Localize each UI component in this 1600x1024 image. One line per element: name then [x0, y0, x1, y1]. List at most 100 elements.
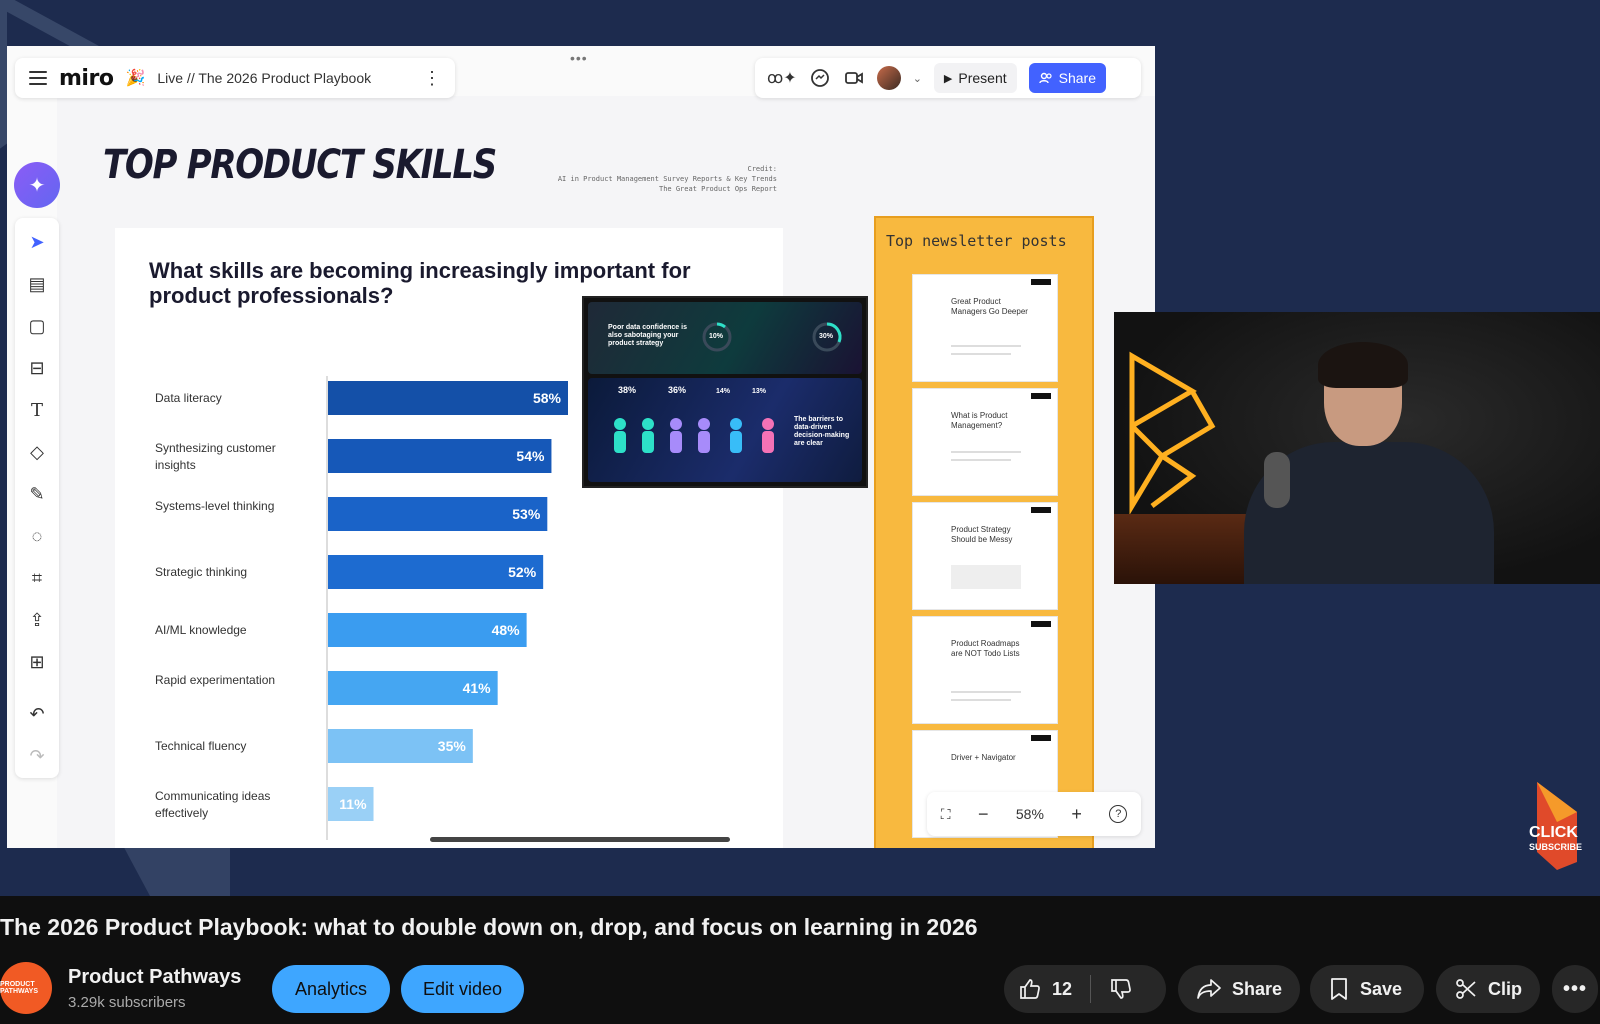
text-tool-icon[interactable]: T — [21, 394, 53, 426]
post-tag — [1031, 507, 1051, 513]
miro-top-right-bar: ꝏ✦ ⌄ ▶ Present Share — [755, 58, 1141, 98]
like-count[interactable]: 12 — [1052, 979, 1072, 1000]
present-button[interactable]: ▶ Present — [933, 63, 1017, 93]
post-tag — [1031, 279, 1051, 285]
share-board-button[interactable]: Share — [1028, 63, 1106, 93]
category-label: Rapid experimentation — [155, 673, 275, 687]
zoom-controls: ⛶ − 58% + ? — [927, 792, 1141, 836]
newsletter-post-card[interactable]: Great Product Managers Go Deeper — [912, 274, 1058, 382]
edit-video-button[interactable]: Edit video — [401, 965, 524, 1013]
infographic-stat: 30% — [819, 333, 834, 340]
users-icon — [1038, 72, 1052, 84]
zoom-in-icon[interactable]: + — [1071, 804, 1082, 825]
redo-icon[interactable]: ↷ — [21, 740, 53, 772]
pen-tool-icon[interactable]: ✎ — [21, 478, 53, 510]
category-label: Data literacy — [155, 391, 222, 405]
category-label: Systems-level thinking — [155, 499, 274, 513]
bar-value-label: 35% — [438, 738, 467, 754]
frame-tool-icon[interactable]: ⌗ — [21, 562, 53, 594]
share-icon — [1197, 979, 1221, 999]
post-title: Great Product Managers Go Deeper — [951, 297, 1028, 316]
subscriber-count: 3.29k subscribers — [68, 994, 186, 1011]
clip-button[interactable]: Clip — [1436, 965, 1540, 1013]
bar-value-label: 48% — [492, 622, 521, 638]
post-title: Driver + Navigator — [951, 753, 1016, 762]
sparkle-icon: ✦ — [28, 174, 46, 197]
fit-screen-icon[interactable]: ⛶ — [941, 806, 951, 823]
channel-avatar[interactable]: PRODUCT PATHWAYS — [0, 962, 52, 1014]
more-horizontal-icon: ••• — [1562, 977, 1587, 1000]
post-tag — [1031, 735, 1051, 741]
like-dislike-group: 12 — [1004, 965, 1166, 1013]
undo-icon[interactable]: ↶ — [21, 698, 53, 730]
shapes-tool-icon[interactable]: ◇ — [21, 436, 53, 468]
miro-logo: miro — [59, 65, 114, 91]
infographic-text: Poor data confidence is also sabotaging … — [608, 324, 687, 347]
people-illustration-icon — [614, 418, 774, 453]
ai-assistant-button[interactable]: ✦ — [14, 162, 60, 208]
post-tag — [1031, 393, 1051, 399]
newsletter-post-card[interactable]: Product Roadmaps are NOT Todo Lists — [912, 616, 1058, 724]
infographic-stat: 38% — [618, 385, 637, 395]
upload-tool-icon[interactable]: ⇪ — [21, 604, 53, 636]
select-tool-icon[interactable]: ➤ — [21, 226, 53, 258]
sticky-note-tool-icon[interactable]: ▢ — [21, 310, 53, 342]
share-board-label: Share — [1058, 70, 1096, 86]
comment-icon[interactable] — [809, 67, 831, 89]
user-avatar[interactable] — [876, 66, 901, 90]
microphone — [1264, 452, 1290, 508]
miro-board-window: ••• miro 🎉 Live // The 2026 Product Play… — [7, 46, 1155, 848]
templates-tool-icon[interactable]: ▤ — [21, 268, 53, 300]
infographic-stat: 14% — [716, 388, 731, 395]
category-label: Communicating ideas effectively — [155, 789, 270, 820]
help-icon[interactable]: ? — [1109, 805, 1128, 823]
zoom-level[interactable]: 58% — [1016, 806, 1044, 822]
analytics-button[interactable]: Analytics — [272, 965, 390, 1013]
like-icon[interactable] — [1018, 977, 1042, 1001]
drag-handle[interactable]: ••• — [570, 50, 588, 66]
miro-left-toolbar: ➤ ▤ ▢ ⊟ T ◇ ✎ ◌ ⌗ ⇪ ⊞ ↶ ↷ — [15, 218, 59, 778]
chevron-down-icon[interactable]: ⌄ — [913, 72, 922, 85]
share-video-button[interactable]: Share — [1178, 965, 1300, 1013]
credit-line: Credit: — [747, 165, 777, 173]
horizontal-scrollbar[interactable] — [430, 837, 730, 842]
menu-icon[interactable] — [29, 71, 47, 85]
post-title: What is Product Management? — [951, 411, 1008, 430]
bar-value-label: 54% — [516, 448, 545, 464]
party-icon[interactable]: 🎉 — [125, 68, 145, 88]
reactions-icon[interactable]: ꝏ✦ — [767, 68, 797, 88]
infographic-panel-bottom: 38% 36% 14% 13% The barriers to data-dri… — [588, 378, 862, 482]
zoom-out-icon[interactable]: − — [978, 804, 989, 825]
clip-label: Clip — [1488, 978, 1522, 999]
scissors-icon — [1456, 979, 1476, 999]
slide-title: TOP PRODUCT SKILLS — [103, 142, 497, 188]
infographic-panel-top: Poor data confidence is also sabotaging … — [588, 302, 862, 374]
bookmark-icon — [1331, 978, 1347, 1000]
newsletter-panel: Top newsletter posts Great Product Manag… — [874, 216, 1094, 848]
layout-tool-icon[interactable]: ⊟ — [21, 352, 53, 384]
newsletter-title: Top newsletter posts — [886, 232, 1067, 250]
category-label: Synthesizing customer insights — [155, 441, 276, 472]
credit-line: The Great Product Ops Report — [658, 185, 777, 193]
video-player[interactable]: ••• miro 🎉 Live // The 2026 Product Play… — [0, 0, 1600, 896]
more-actions-button[interactable]: ••• — [1552, 965, 1598, 1013]
infographic-stat: 10% — [709, 333, 724, 340]
category-label: Strategic thinking — [155, 565, 247, 579]
save-button[interactable]: Save — [1310, 965, 1424, 1013]
more-apps-tool-icon[interactable]: ⊞ — [21, 646, 53, 678]
newsletter-post-card[interactable]: What is Product Management? — [912, 388, 1058, 496]
channel-name[interactable]: Product Pathways — [68, 966, 241, 989]
infographic-stat: 36% — [668, 385, 687, 395]
click-label: CLICK — [1529, 824, 1578, 841]
bar-value-label: 53% — [512, 506, 541, 522]
click-subscribe-overlay[interactable]: CLICK SUBSCRIBE — [1527, 782, 1585, 870]
presenter-hair — [1318, 342, 1408, 388]
newsletter-post-card[interactable]: Product Strategy Should be Messy — [912, 502, 1058, 610]
presenter-webcam — [1114, 312, 1600, 584]
board-more-icon[interactable]: ⋮ — [423, 68, 441, 89]
comment-tool-icon[interactable]: ◌ — [21, 520, 53, 552]
video-call-icon[interactable] — [843, 67, 865, 89]
divider — [1090, 975, 1092, 1003]
board-title[interactable]: Live // The 2026 Product Playbook — [157, 70, 371, 86]
dislike-icon[interactable] — [1109, 977, 1133, 1001]
